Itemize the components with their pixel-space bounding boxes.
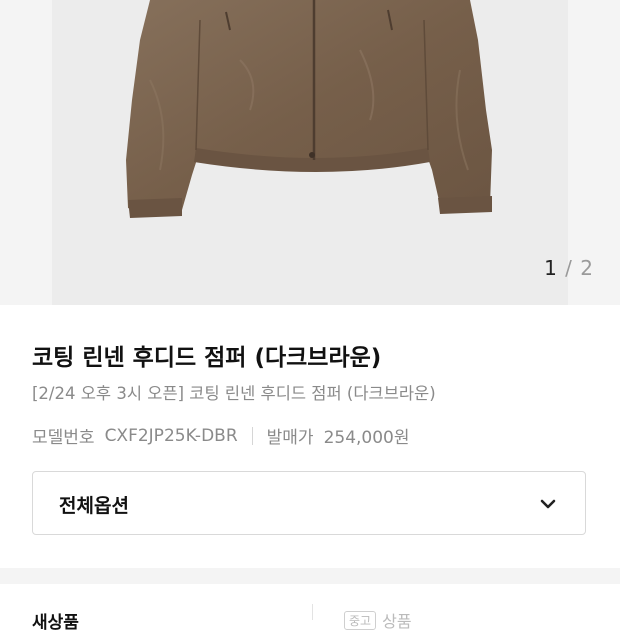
condition-tabs: 새상품 중고 상품 xyxy=(0,584,620,633)
model-number-label: 모델번호 xyxy=(32,428,95,448)
chevron-down-icon xyxy=(540,499,556,509)
product-image-gallery[interactable]: 1 / 2 xyxy=(0,0,620,305)
product-subtitle: [2/24 오후 3시 오픈] 코팅 린넨 후디드 점퍼 (다크브라운) xyxy=(32,384,436,403)
tab-used-product[interactable]: 중고 상품 xyxy=(344,608,412,632)
tab-divider xyxy=(312,604,313,620)
model-number-value: CXF2JP25K-DBR xyxy=(104,425,238,446)
product-title: 코팅 린넨 후디드 점퍼 (다크브라운) xyxy=(32,345,382,371)
release-price-label: 발매가 xyxy=(266,428,314,448)
image-counter-total: 2 xyxy=(580,256,594,280)
meta-divider xyxy=(251,426,253,445)
image-counter-current: 1 xyxy=(544,256,558,280)
image-counter-separator: / xyxy=(565,256,573,280)
used-badge: 중고 xyxy=(344,610,377,630)
image-counter: 1 / 2 xyxy=(544,256,594,280)
product-meta: 모델번호 CXF2JP25K-DBR 발매가 254,000원 xyxy=(32,423,410,449)
tab-used-label: 상품 xyxy=(382,612,412,631)
section-separator xyxy=(0,568,620,584)
release-price-value: 254,000원 xyxy=(323,428,410,448)
option-select[interactable]: 전체옵션 xyxy=(32,471,586,535)
option-select-label: 전체옵션 xyxy=(59,495,129,517)
product-photo xyxy=(126,0,492,218)
tab-new-product[interactable]: 새상품 xyxy=(32,608,79,633)
